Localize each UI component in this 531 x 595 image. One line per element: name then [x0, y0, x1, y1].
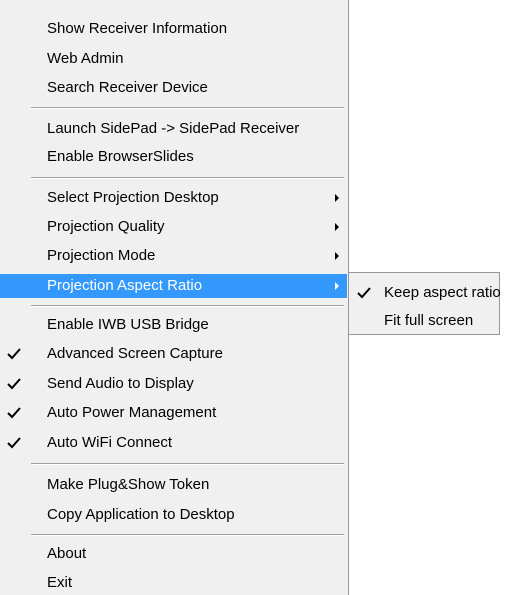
- submenu-item-label: Fit full screen: [384, 312, 474, 329]
- menu-separator: [31, 305, 344, 307]
- submenu-item-label: Keep aspect ratio: [384, 284, 501, 301]
- menu-item-make-plugshow-token[interactable]: Make Plug&Show Token: [0, 473, 347, 497]
- menu-separator: [31, 463, 344, 465]
- menu-item-label: Make Plug&Show Token: [47, 476, 210, 493]
- menu-item-about[interactable]: About: [0, 542, 347, 566]
- menu-item-label: Advanced Screen Capture: [47, 345, 223, 362]
- menu-item-enable-iwb-usb-bridge[interactable]: Enable IWB USB Bridge: [0, 313, 347, 337]
- menu-item-advanced-screen-capture[interactable]: Advanced Screen Capture: [0, 342, 347, 366]
- menu-item-enable-browserslides[interactable]: Enable BrowserSlides: [0, 145, 347, 169]
- menu-item-exit[interactable]: Exit: [0, 571, 347, 595]
- menu-separator: [31, 107, 344, 109]
- menu-item-label: Projection Aspect Ratio: [47, 277, 203, 294]
- menu-item-label: Auto WiFi Connect: [47, 434, 173, 451]
- menu-item-label: About: [47, 545, 87, 562]
- checkmark-icon: [3, 401, 27, 425]
- menu-item-label: Search Receiver Device: [47, 79, 208, 96]
- menu-item-auto-power-management[interactable]: Auto Power Management: [0, 401, 347, 425]
- menu-item-label: Show Receiver Information: [47, 20, 228, 37]
- menu-item-label: Web Admin: [47, 50, 124, 67]
- submenu-arrow-icon: [335, 282, 339, 290]
- checkmark-icon: [3, 372, 27, 396]
- menu-item-auto-wifi-connect[interactable]: Auto WiFi Connect: [0, 431, 347, 455]
- menu-item-label: Projection Quality: [47, 218, 165, 235]
- menu-item-search-receiver-device[interactable]: Search Receiver Device: [0, 76, 347, 100]
- menu-item-label: Copy Application to Desktop: [47, 506, 235, 523]
- submenu-arrow-icon: [335, 252, 339, 260]
- submenu-arrow-icon: [335, 194, 339, 202]
- menu-item-copy-application-to-desktop[interactable]: Copy Application to Desktop: [0, 503, 347, 527]
- menu-item-launch-sidepad[interactable]: Launch SidePad -> SidePad Receiver: [0, 117, 347, 141]
- submenu-item-keep-aspect-ratio[interactable]: Keep aspect ratio: [349, 281, 501, 305]
- menu-item-label: Enable IWB USB Bridge: [47, 316, 209, 333]
- menu-item-label: Exit: [47, 574, 73, 591]
- menu-item-web-admin[interactable]: Web Admin: [0, 47, 347, 71]
- context-menu: Show Receiver Information Web Admin Sear…: [0, 0, 349, 595]
- menu-separator: [31, 177, 344, 179]
- checkmark-icon: [3, 342, 27, 366]
- checkmark-icon: [353, 281, 377, 305]
- submenu-item-fit-full-screen[interactable]: Fit full screen: [349, 309, 498, 333]
- menu-item-label: Enable BrowserSlides: [47, 148, 194, 165]
- aspect-ratio-submenu: Keep aspect ratio Fit full screen: [349, 272, 501, 335]
- menu-separator: [31, 534, 344, 536]
- menu-item-label: Auto Power Management: [47, 404, 217, 421]
- menu-item-select-projection-desktop[interactable]: Select Projection Desktop: [0, 186, 347, 210]
- menu-item-send-audio-to-display[interactable]: Send Audio to Display: [0, 372, 347, 396]
- menu-item-label: Select Projection Desktop: [47, 189, 219, 206]
- menu-item-projection-mode[interactable]: Projection Mode: [0, 244, 347, 268]
- menu-item-show-receiver-information[interactable]: Show Receiver Information: [0, 17, 347, 41]
- submenu-arrow-icon: [335, 223, 339, 231]
- checkmark-icon: [3, 431, 27, 455]
- menu-item-label: Projection Mode: [47, 247, 156, 264]
- menu-item-label: Send Audio to Display: [47, 375, 194, 392]
- menu-item-projection-quality[interactable]: Projection Quality: [0, 215, 347, 239]
- menu-item-label: Launch SidePad -> SidePad Receiver: [47, 120, 300, 137]
- menu-item-projection-aspect-ratio[interactable]: Projection Aspect Ratio: [0, 274, 347, 298]
